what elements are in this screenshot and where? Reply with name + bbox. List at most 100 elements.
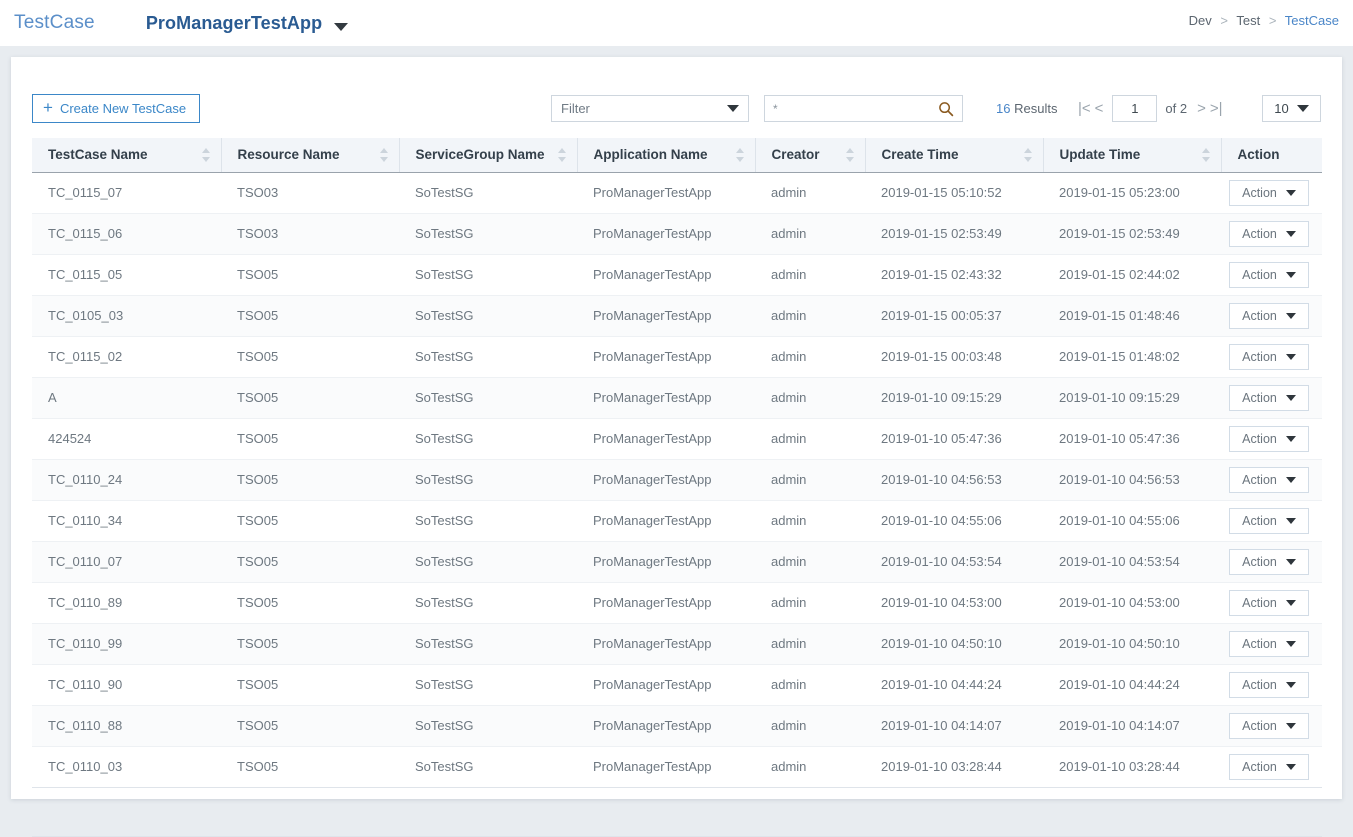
- table-row[interactable]: A TSO05 SoTestSG ProManagerTestApp admin 2019…: [32, 377, 1322, 419]
- action-button-label: Action: [1242, 513, 1277, 528]
- table-row[interactable]: TC_0110_24 TSO05 SoTestSG ProManagerTestApp…: [32, 459, 1322, 501]
- cell-application-name: ProManagerTestApp: [577, 541, 755, 583]
- filter-dropdown[interactable]: Filter: [551, 95, 749, 122]
- action-button[interactable]: Action: [1229, 753, 1309, 780]
- action-button[interactable]: Action: [1229, 671, 1309, 698]
- cell-update-time: 2019-01-15 05:23:00: [1043, 172, 1221, 214]
- cell-creator: admin: [755, 541, 865, 583]
- cell-creator: admin: [755, 500, 865, 542]
- cell-resource-name: TSO05: [221, 623, 399, 665]
- last-page-icon[interactable]: >|: [1208, 95, 1225, 122]
- cell-action: Action: [1221, 623, 1322, 665]
- cell-application-name: ProManagerTestApp: [577, 705, 755, 747]
- cell-update-time: 2019-01-15 02:53:49: [1043, 213, 1221, 255]
- sort-arrows-icon[interactable]: [557, 147, 567, 162]
- column-header-application-name[interactable]: Application Name: [576, 138, 755, 173]
- search-box[interactable]: [764, 95, 963, 122]
- action-button[interactable]: Action: [1229, 589, 1309, 616]
- table-row[interactable]: TC_0110_07 TSO05 SoTestSG ProManagerTestApp…: [32, 541, 1322, 583]
- cell-servicegroup-name: SoTestSG: [399, 541, 577, 583]
- first-page-icon[interactable]: |<: [1076, 95, 1093, 122]
- cell-application-name: ProManagerTestApp: [577, 746, 755, 788]
- action-button[interactable]: Action: [1229, 712, 1309, 739]
- chevron-down-icon: [1285, 599, 1296, 606]
- breadcrumb-item-dev[interactable]: Dev: [1189, 13, 1212, 28]
- cell-servicegroup-name: SoTestSG: [399, 295, 577, 337]
- sort-arrows-icon[interactable]: [201, 147, 211, 162]
- action-button[interactable]: Action: [1229, 548, 1309, 575]
- action-button-label: Action: [1242, 759, 1277, 774]
- sort-arrows-icon[interactable]: [1201, 147, 1211, 162]
- cell-servicegroup-name: SoTestSG: [399, 746, 577, 788]
- cell-servicegroup-name: SoTestSG: [399, 213, 577, 255]
- prev-page-icon[interactable]: <: [1093, 95, 1106, 122]
- create-new-testcase-button[interactable]: + Create New TestCase: [32, 94, 201, 123]
- table-row[interactable]: TC_0110_88 TSO05 SoTestSG ProManagerTestApp…: [32, 705, 1322, 747]
- chevron-down-icon: [1285, 312, 1296, 319]
- cell-update-time: 2019-01-10 05:47:36: [1043, 418, 1221, 460]
- cell-action: Action: [1221, 336, 1322, 378]
- table-row[interactable]: 424524 TSO05 SoTestSG ProManagerTestApp admi…: [32, 418, 1322, 460]
- table-toolbar: + Create New TestCase Filter 16 Results …: [11, 57, 1342, 137]
- page-number-input[interactable]: [1112, 95, 1158, 122]
- breadcrumb-separator-icon: >: [1220, 13, 1228, 28]
- action-button-label: Action: [1242, 185, 1277, 200]
- cell-action: Action: [1221, 746, 1322, 788]
- sort-arrows-icon[interactable]: [1023, 147, 1033, 162]
- column-header-update-time[interactable]: Update Time: [1042, 138, 1221, 173]
- cell-update-time: 2019-01-15 01:48:46: [1043, 295, 1221, 337]
- action-button[interactable]: Action: [1229, 507, 1309, 534]
- table-row[interactable]: TC_0105_03 TSO05 SoTestSG ProManagerTestApp…: [32, 295, 1322, 337]
- page-size-dropdown[interactable]: 10: [1262, 95, 1321, 122]
- table-row[interactable]: TC_0110_89 TSO05 SoTestSG ProManagerTestApp…: [32, 582, 1322, 624]
- column-header-testcase-name[interactable]: TestCase Name: [32, 138, 221, 173]
- sort-arrows-icon[interactable]: [735, 147, 745, 162]
- cell-resource-name: TSO05: [221, 582, 399, 624]
- table-row[interactable]: TC_0115_02 TSO05 SoTestSG ProManagerTestApp…: [32, 336, 1322, 378]
- cell-create-time: 2019-01-15 02:53:49: [865, 213, 1043, 255]
- search-icon[interactable]: [938, 101, 954, 117]
- chevron-down-icon: [1285, 681, 1296, 688]
- column-header-creator[interactable]: Creator: [754, 138, 865, 173]
- action-button-label: Action: [1242, 308, 1277, 323]
- action-button[interactable]: Action: [1229, 343, 1309, 370]
- page-size-label: 10: [1274, 101, 1289, 116]
- table-row[interactable]: TC_0115_07 TSO03 SoTestSG ProManagerTestApp…: [32, 172, 1322, 214]
- app-selector-label[interactable]: ProManagerTestApp: [146, 13, 322, 34]
- action-button[interactable]: Action: [1229, 220, 1309, 247]
- action-button[interactable]: Action: [1229, 466, 1309, 493]
- search-input[interactable]: [773, 101, 938, 116]
- table-row[interactable]: TC_0110_90 TSO05 SoTestSG ProManagerTestApp…: [32, 664, 1322, 706]
- sort-arrows-icon[interactable]: [379, 147, 389, 162]
- table-row[interactable]: TC_0110_03 TSO05 SoTestSG ProManagerTestApp…: [32, 746, 1322, 788]
- cell-servicegroup-name: SoTestSG: [399, 377, 577, 419]
- cell-create-time: 2019-01-10 04:55:06: [865, 500, 1043, 542]
- action-button[interactable]: Action: [1229, 302, 1309, 329]
- column-header-servicegroup-name[interactable]: ServiceGroup Name: [398, 138, 577, 173]
- sort-arrows-icon[interactable]: [845, 147, 855, 162]
- action-button[interactable]: Action: [1229, 261, 1309, 288]
- column-header-resource-name[interactable]: Resource Name: [220, 138, 399, 173]
- action-button[interactable]: Action: [1229, 425, 1309, 452]
- cell-update-time: 2019-01-10 04:14:07: [1043, 705, 1221, 747]
- chevron-down-icon[interactable]: [334, 23, 349, 31]
- cell-servicegroup-name: SoTestSG: [399, 172, 577, 214]
- table-row[interactable]: TC_0115_05 TSO05 SoTestSG ProManagerTestApp…: [32, 254, 1322, 296]
- table-row[interactable]: TC_0110_34 TSO05 SoTestSG ProManagerTestApp…: [32, 500, 1322, 542]
- table-row[interactable]: TC_0110_99 TSO05 SoTestSG ProManagerTestApp…: [32, 623, 1322, 665]
- table-row[interactable]: TC_0115_06 TSO03 SoTestSG ProManagerTestApp…: [32, 213, 1322, 255]
- content-card: + Create New TestCase Filter 16 Results …: [11, 57, 1342, 837]
- action-button[interactable]: Action: [1229, 384, 1309, 411]
- next-page-icon[interactable]: >: [1195, 95, 1208, 122]
- breadcrumb-item-testcase[interactable]: TestCase: [1285, 13, 1339, 28]
- cell-update-time: 2019-01-10 09:15:29: [1043, 377, 1221, 419]
- cell-action: Action: [1221, 541, 1322, 583]
- action-button[interactable]: Action: [1229, 630, 1309, 657]
- column-label: Resource Name: [237, 147, 340, 163]
- cell-servicegroup-name: SoTestSG: [399, 623, 577, 665]
- results-count: 16 Results: [996, 101, 1057, 116]
- action-button[interactable]: Action: [1229, 179, 1309, 206]
- column-header-create-time[interactable]: Create Time: [864, 138, 1043, 173]
- cell-resource-name: TSO05: [221, 377, 399, 419]
- breadcrumb-item-test[interactable]: Test: [1236, 13, 1260, 28]
